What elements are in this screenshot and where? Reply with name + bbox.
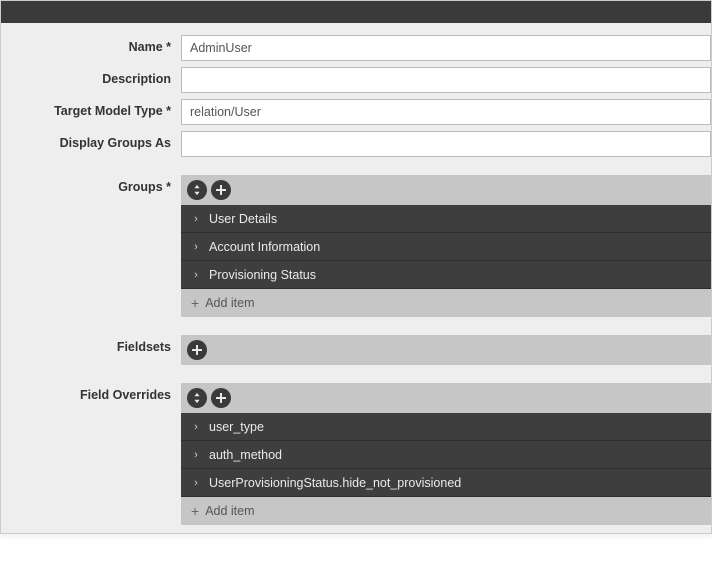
collapse-toggle-icon[interactable] [187, 388, 207, 408]
chevron-right-icon: › [191, 241, 201, 253]
add-icon[interactable] [187, 340, 207, 360]
field-overrides-item-label: auth_method [209, 448, 282, 462]
target-model-type-input[interactable] [181, 99, 711, 125]
groups-item[interactable]: › Provisioning Status [181, 261, 711, 289]
label-groups: Groups * [1, 175, 181, 194]
description-input[interactable] [181, 67, 711, 93]
add-icon[interactable] [211, 180, 231, 200]
field-overrides-item-label: user_type [209, 420, 264, 434]
groups-add-item[interactable]: + Add item [181, 289, 711, 317]
chevron-right-icon: › [191, 269, 201, 281]
collapse-toggle-icon[interactable] [187, 180, 207, 200]
plus-icon: + [191, 296, 199, 310]
field-overrides-item[interactable]: › UserProvisioningStatus.hide_not_provis… [181, 469, 711, 497]
label-fieldsets: Fieldsets [1, 335, 181, 354]
add-icon[interactable] [211, 388, 231, 408]
field-overrides-item[interactable]: › auth_method [181, 441, 711, 469]
spacer [0, 534, 712, 574]
form-panel: Name * Description Target Model Type * D… [0, 0, 712, 534]
label-target-model-type: Target Model Type * [1, 99, 181, 118]
field-overrides-item[interactable]: › user_type [181, 413, 711, 441]
chevron-right-icon: › [191, 213, 201, 225]
field-overrides-item-label: UserProvisioningStatus.hide_not_provisio… [209, 476, 461, 490]
plus-icon: + [191, 504, 199, 518]
groups-item-label: User Details [209, 212, 277, 226]
label-name: Name * [1, 35, 181, 54]
groups-add-label: Add item [205, 296, 254, 310]
groups-header [181, 175, 711, 205]
panel-titlebar [1, 1, 711, 23]
field-overrides-add-label: Add item [205, 504, 254, 518]
chevron-right-icon: › [191, 421, 201, 433]
label-description: Description [1, 67, 181, 86]
label-display-groups-as: Display Groups As [1, 131, 181, 150]
display-groups-as-input[interactable] [181, 131, 711, 157]
chevron-right-icon: › [191, 477, 201, 489]
field-overrides-header [181, 383, 711, 413]
name-input[interactable] [181, 35, 711, 61]
fieldsets-header [181, 335, 711, 365]
label-field-overrides: Field Overrides [1, 383, 181, 402]
chevron-right-icon: › [191, 449, 201, 461]
form-body: Name * Description Target Model Type * D… [1, 23, 711, 525]
groups-item[interactable]: › Account Information [181, 233, 711, 261]
field-overrides-add-item[interactable]: + Add item [181, 497, 711, 525]
groups-item-label: Provisioning Status [209, 268, 316, 282]
groups-item-label: Account Information [209, 240, 320, 254]
groups-item[interactable]: › User Details [181, 205, 711, 233]
